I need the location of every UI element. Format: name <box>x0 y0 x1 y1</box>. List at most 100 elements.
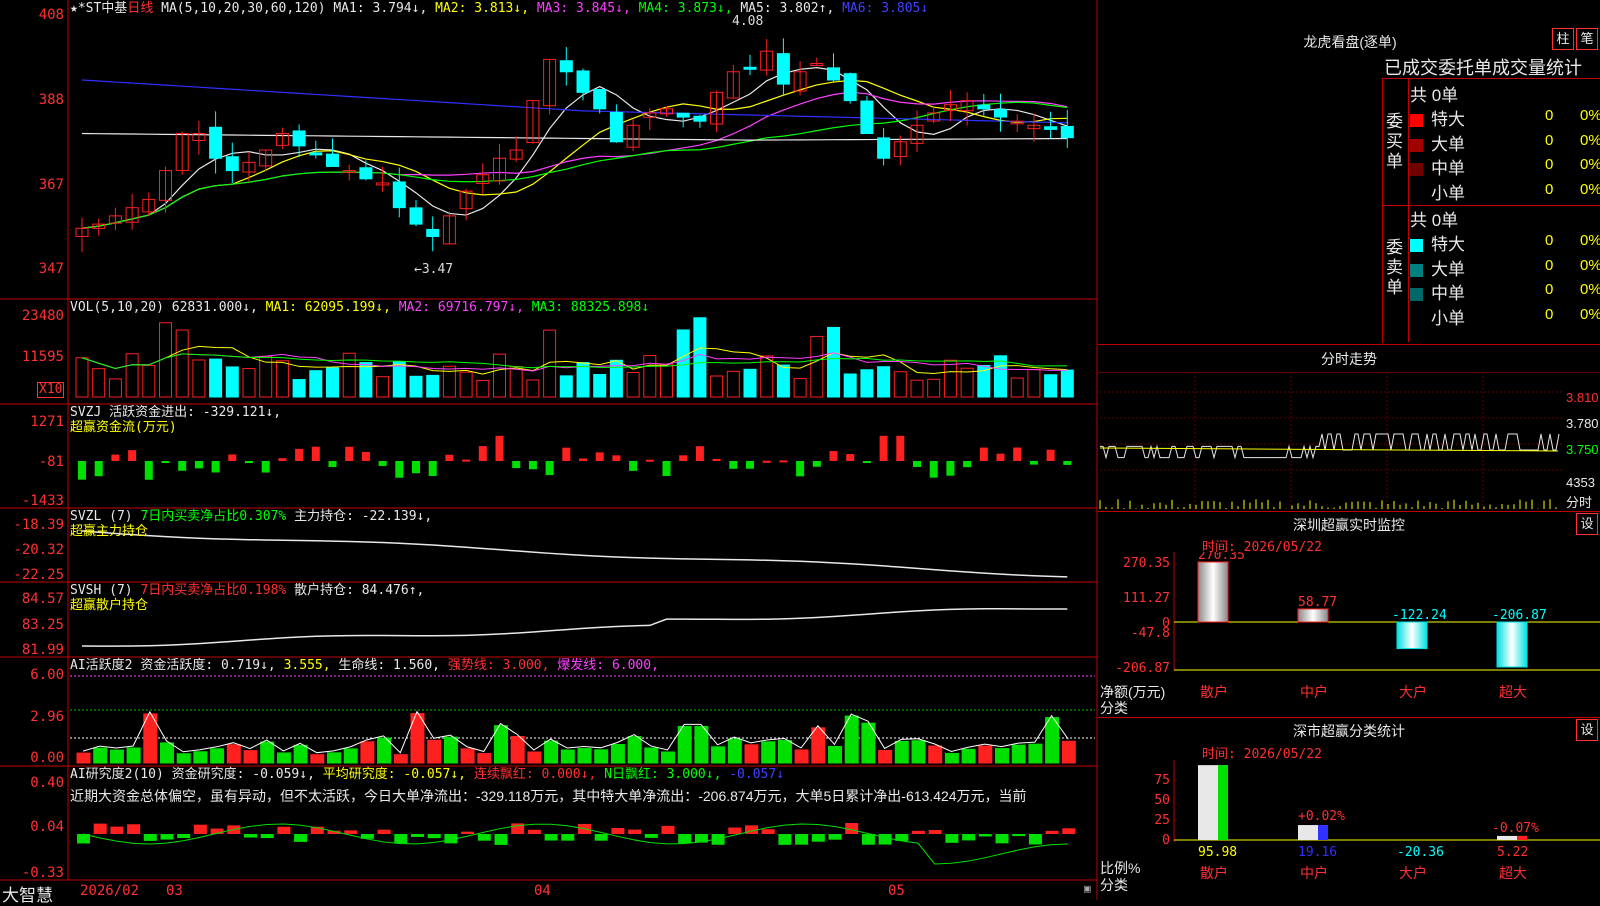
ai1-axis-1: 6.00 <box>30 667 64 683</box>
stats-value-label: 19.16 <box>1298 845 1337 860</box>
buy-row-name: 小单 <box>1431 183 1465 203</box>
monitor-axis-label: 270.35 <box>1123 556 1170 571</box>
fund-flow-bar <box>963 461 972 468</box>
sell-row-pct: 0% <box>1580 305 1600 323</box>
intraday-unit: 分时 <box>1566 495 1593 510</box>
ai2-nred: N日飘红: 3.000↓, <box>604 767 722 782</box>
research-bar <box>878 834 892 845</box>
bar-mode-button[interactable]: 柱 <box>1552 28 1574 50</box>
ai2-comment: 近期大资金总体偏空，虽有异动，但不太活跃，今日大单净流出：-329.118万元，… <box>70 788 1027 804</box>
volume-bar <box>626 371 640 398</box>
research-bar <box>394 834 408 844</box>
buy-row-pct: 0% <box>1580 156 1600 173</box>
fund-flow-bar <box>679 455 688 461</box>
lhb-header: 已成交委托单成交量统计 <box>1384 58 1582 78</box>
activity-bar <box>761 741 776 764</box>
volume-bar <box>910 379 924 398</box>
vol-title: VOL(5,10,20) 62831.000↓, MA1: 62095.199↓… <box>70 300 649 315</box>
candle-body <box>309 152 323 156</box>
period-label[interactable]: 日线 <box>127 1 153 16</box>
sell-row-name: 特大 <box>1431 235 1465 254</box>
volume-bar <box>576 362 590 398</box>
svzj-desc: 活跃资金进出: -329.121↓, <box>109 405 282 420</box>
candle-body <box>843 73 857 102</box>
tick-mode-button[interactable]: 笔 <box>1576 28 1598 50</box>
research-bar <box>411 834 424 837</box>
ma2-value: MA2: 3.813↓, <box>435 1 530 16</box>
stats-category-label: 超大 <box>1499 865 1527 881</box>
fund-flow-bar <box>695 446 704 461</box>
volume-bar <box>893 371 907 398</box>
research-bar <box>611 827 625 834</box>
volume-bar <box>793 378 807 398</box>
activity-bar <box>911 740 926 764</box>
activity-bar <box>794 749 809 764</box>
activity-bar <box>844 715 859 764</box>
chart-canvas[interactable] <box>0 0 1098 900</box>
sell-color-swatch <box>1410 263 1423 277</box>
ai1-label: AI活跃度2 <box>70 658 133 673</box>
monitor-category-label: 散户 <box>1200 684 1228 700</box>
fund-flow-bar <box>462 459 471 462</box>
volume-bar <box>726 370 740 398</box>
stock-name[interactable]: ★*ST中基 <box>70 1 127 16</box>
stats-bar-accent <box>1218 765 1228 840</box>
sell-row: 特大 0 0% <box>1410 230 1600 254</box>
vol-unit: X10 <box>37 382 65 398</box>
fund-flow-bar <box>78 461 86 480</box>
activity-bar <box>443 736 458 764</box>
fund-flow-bar <box>946 461 955 476</box>
ai1-axis-3: 0.00 <box>30 750 64 766</box>
volume-bar <box>309 370 323 398</box>
activity-bar <box>527 751 542 764</box>
fund-flow-bar <box>94 461 103 477</box>
kline-axis-1: 408 <box>38 7 64 23</box>
fund-flow-bar <box>712 458 721 461</box>
activity-bar <box>460 748 475 764</box>
activity-bar <box>694 725 709 764</box>
activity-bar <box>811 727 826 764</box>
stats-settings-button[interactable]: 设 <box>1576 719 1598 741</box>
research-bar <box>594 834 608 841</box>
volume-bar <box>643 355 657 398</box>
svsh-title: SVSH (7) 7日内买卖净占比0.198% 散户持仓: 84.476↑, 超… <box>70 583 424 613</box>
sell-row-pct: 0% <box>1580 256 1600 274</box>
activity-bar <box>510 735 525 764</box>
svsh-desc2: 散户持仓: 84.476↑, <box>294 583 425 598</box>
fund-flow-bar <box>545 461 554 476</box>
volume-bar <box>1044 374 1058 398</box>
activity-bar <box>878 749 893 764</box>
svzl-desc1: 7日内买卖净占比0.307% <box>140 509 287 524</box>
svzj-label: SVZJ <box>70 405 102 420</box>
ai2-avg: 平均研究度: -0.057↓, <box>322 767 467 782</box>
fund-flow-bar <box>862 461 871 463</box>
fund-flow-bar <box>128 450 137 461</box>
monitor-chart: 270.35111.270-47.8-206.87270.35散户58.77中户… <box>1115 552 1600 700</box>
volume-bar <box>593 373 607 398</box>
stats-title: 深市超赢分类统计 <box>1293 723 1405 739</box>
monitor-value-label: -206.87 <box>1492 608 1547 623</box>
research-bar <box>93 823 107 834</box>
volume-bar <box>192 359 206 398</box>
research-bar <box>945 834 959 843</box>
fund-flow-bar <box>261 461 270 473</box>
monitor-top-line <box>1098 511 1600 512</box>
volume-bar <box>125 353 139 398</box>
research-bar <box>644 834 658 838</box>
fund-flow-bar <box>361 451 370 461</box>
fund-flow-bar <box>1029 461 1038 465</box>
lock-icon[interactable]: ▣ <box>1084 882 1091 895</box>
monitor-settings-button[interactable]: 设 <box>1576 513 1598 535</box>
volume-bar <box>860 369 874 398</box>
activity-bar <box>594 749 609 764</box>
research-bar <box>527 829 541 834</box>
svzl-sub: 超赢主力持仓 <box>70 524 149 539</box>
svzj-axis-1: 1271 <box>30 414 64 430</box>
svsh-axis-2: 83.25 <box>21 617 64 633</box>
stats-axis-label: 50 <box>1154 793 1170 808</box>
volume-bar <box>225 366 239 398</box>
monitor-title: 深圳超赢实时监控 <box>1293 517 1405 533</box>
intraday-chart[interactable] <box>1098 372 1600 512</box>
volume-bar <box>559 375 573 398</box>
activity-bar <box>293 744 308 764</box>
